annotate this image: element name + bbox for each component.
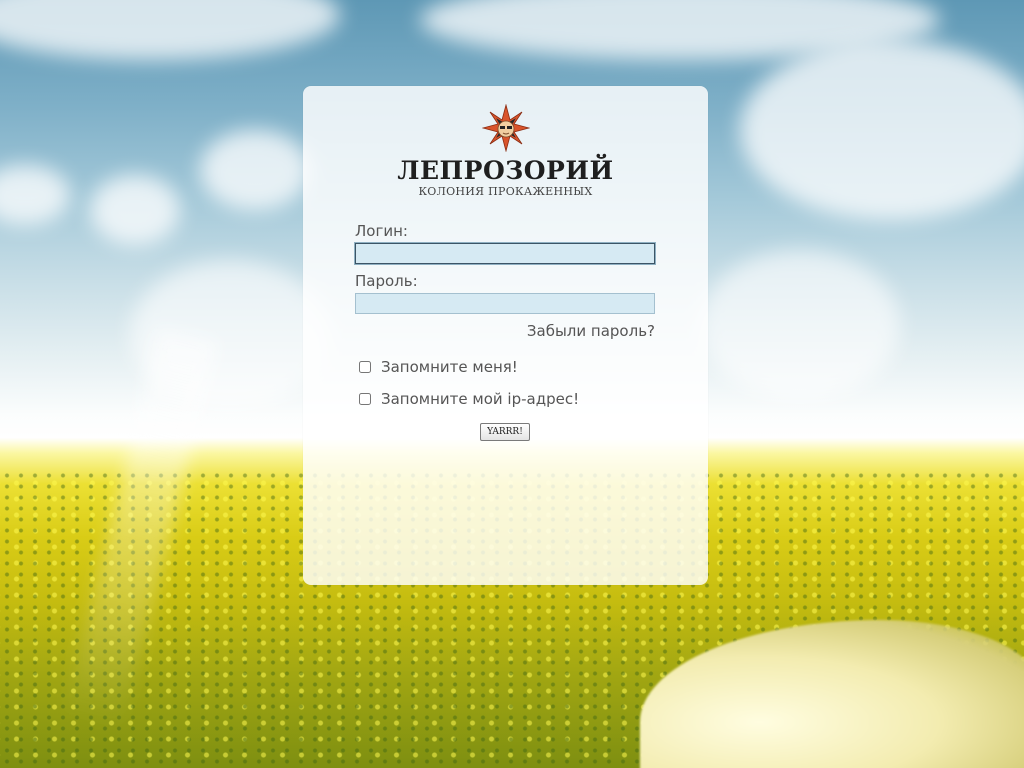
site-logo: ЛЕПРОЗОРИЙ КОЛОНИЯ ПРОКАЖЕННЫХ	[303, 104, 708, 198]
cloud	[740, 40, 1024, 220]
submit-button[interactable]: YARRR!	[480, 423, 530, 441]
cloud	[0, 0, 340, 60]
login-input[interactable]	[354, 242, 656, 265]
remember-me-row: Запомните меня!	[359, 358, 655, 376]
site-subtitle: КОЛОНИЯ ПРОКАЖЕННЫХ	[418, 185, 593, 198]
leper-star-logo-icon	[481, 104, 530, 152]
remember-me-label: Запомните меня!	[381, 358, 518, 376]
password-label: Пароль:	[355, 272, 418, 290]
cloud	[90, 175, 180, 245]
cloud	[200, 130, 310, 210]
cloud	[0, 165, 70, 225]
remember-ip-checkbox[interactable]	[359, 393, 371, 405]
forgot-password-link[interactable]: Забыли пароль?	[355, 322, 655, 340]
password-input[interactable]	[355, 293, 655, 314]
login-label: Логин:	[355, 222, 408, 240]
site-title: ЛЕПРОЗОРИЙ	[397, 156, 614, 185]
remember-ip-label: Запомните мой ip-адрес!	[381, 390, 580, 408]
castle-haze-right	[700, 250, 900, 400]
remember-ip-row: Запомните мой ip-адрес!	[359, 390, 655, 408]
submit-wrap: YARRR!	[355, 419, 655, 441]
login-panel: ЛЕПРОЗОРИЙ КОЛОНИЯ ПРОКАЖЕННЫХ Логин: Па…	[303, 86, 708, 585]
remember-me-checkbox[interactable]	[359, 361, 371, 373]
login-form: Логин: Пароль: Забыли пароль? Запомните …	[354, 222, 656, 441]
